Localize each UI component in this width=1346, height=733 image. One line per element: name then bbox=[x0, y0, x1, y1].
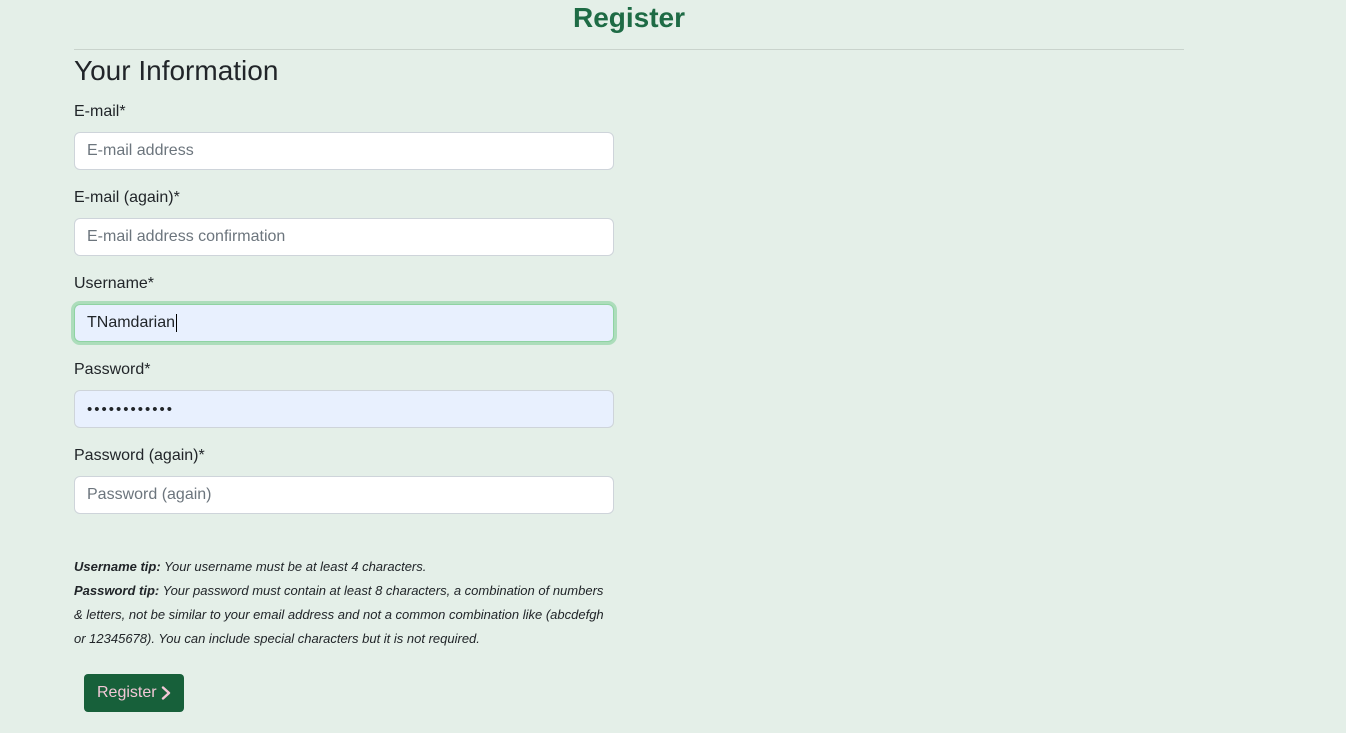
email-input[interactable] bbox=[74, 132, 614, 170]
password-input[interactable]: •••••••••••• bbox=[74, 390, 614, 428]
email-field-group: E-mail* bbox=[74, 100, 614, 170]
username-tip-title: Username tip: bbox=[74, 559, 161, 574]
username-value: TNamdarian bbox=[87, 314, 176, 331]
username-tip-text: Your username must be at least 4 charact… bbox=[160, 559, 427, 574]
username-label: Username* bbox=[74, 275, 155, 292]
password-tip-title: Password tip: bbox=[74, 583, 160, 598]
username-field-group: Username* TNamdarian bbox=[74, 272, 614, 342]
username-tip: Username tip: Your username must be at l… bbox=[74, 555, 614, 579]
register-button[interactable]: Register bbox=[84, 674, 184, 712]
password-again-label: Password (again)* bbox=[74, 447, 205, 464]
password-again-input[interactable] bbox=[74, 476, 614, 514]
email-again-input[interactable] bbox=[74, 218, 614, 256]
password-tips: Username tip: Your username must be at l… bbox=[74, 555, 614, 651]
password-label: Password* bbox=[74, 361, 151, 378]
username-input[interactable]: TNamdarian bbox=[74, 304, 614, 342]
email-again-field-group: E-mail (again)* bbox=[74, 186, 614, 256]
email-label: E-mail* bbox=[74, 103, 126, 120]
password-masked-value: •••••••••••• bbox=[87, 400, 175, 418]
title-divider bbox=[74, 49, 1184, 50]
password-again-field-group: Password (again)* bbox=[74, 444, 614, 514]
password-tip: Password tip: Your password must contain… bbox=[74, 579, 614, 651]
register-button-label: Register bbox=[97, 684, 157, 701]
text-caret bbox=[176, 314, 178, 332]
page-title: Register bbox=[572, 2, 686, 33]
registration-form: E-mail* E-mail (again)* Username* TNamda… bbox=[74, 100, 614, 530]
chevron-right-icon bbox=[161, 686, 171, 700]
password-field-group: Password* •••••••••••• bbox=[74, 358, 614, 428]
section-title: Your Information bbox=[74, 55, 279, 86]
email-again-label: E-mail (again)* bbox=[74, 189, 180, 206]
